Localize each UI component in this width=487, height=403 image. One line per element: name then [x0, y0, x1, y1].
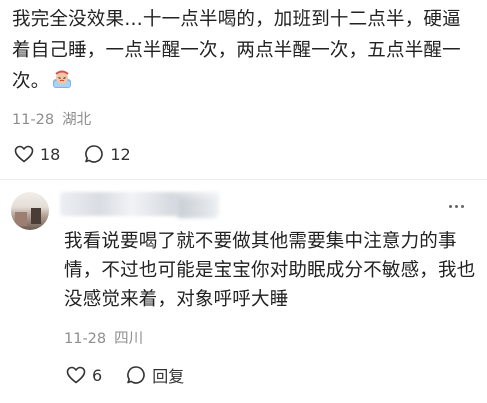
like-count: 18 [40, 144, 61, 164]
reply-meta: 11-28 四川 [64, 327, 143, 348]
blurred-username-extra [178, 198, 216, 218]
comment-bubble-icon [85, 145, 104, 163]
comment-meta: 11-28 湖北 [12, 108, 91, 129]
reply-label: 回复 [152, 367, 185, 386]
reply-date: 11-28 [64, 331, 107, 347]
comment-button[interactable]: 12 [84, 144, 131, 164]
reply-text: 我看说要喝了就不要做其他需要集中注意力的事情，不过也可能是宝宝你对助眠成分不敏感… [64, 231, 476, 310]
comment-actions: 18 12 [14, 144, 155, 164]
heart-icon [14, 145, 34, 163]
avatar[interactable] [11, 192, 49, 230]
reply-actions: 6 回复 [66, 363, 208, 387]
reply-like-count: 6 [92, 365, 103, 385]
comment-count: 12 [110, 144, 131, 164]
crying-face-emoji-icon [51, 69, 73, 89]
comment-bubble-icon [127, 366, 145, 384]
reply-location: 四川 [114, 331, 144, 347]
heart-icon [66, 366, 86, 384]
more-options-icon[interactable] [444, 198, 468, 214]
reply-like-button[interactable]: 6 [66, 366, 102, 385]
like-button[interactable]: 18 [14, 145, 60, 164]
comment-body: 我完全没效果…十一点半喝的，加班到十二点半，硬逼着自己睡，一点半醒一次，两点半醒… [12, 9, 461, 92]
comment-date: 11-28 [12, 112, 55, 128]
divider [0, 179, 487, 180]
reply-button[interactable]: 回复 [126, 363, 184, 387]
comment-text: 我完全没效果…十一点半喝的，加班到十二点半，硬逼着自己睡，一点半醒一次，两点半醒… [12, 4, 478, 97]
comment-location: 湖北 [62, 112, 92, 128]
